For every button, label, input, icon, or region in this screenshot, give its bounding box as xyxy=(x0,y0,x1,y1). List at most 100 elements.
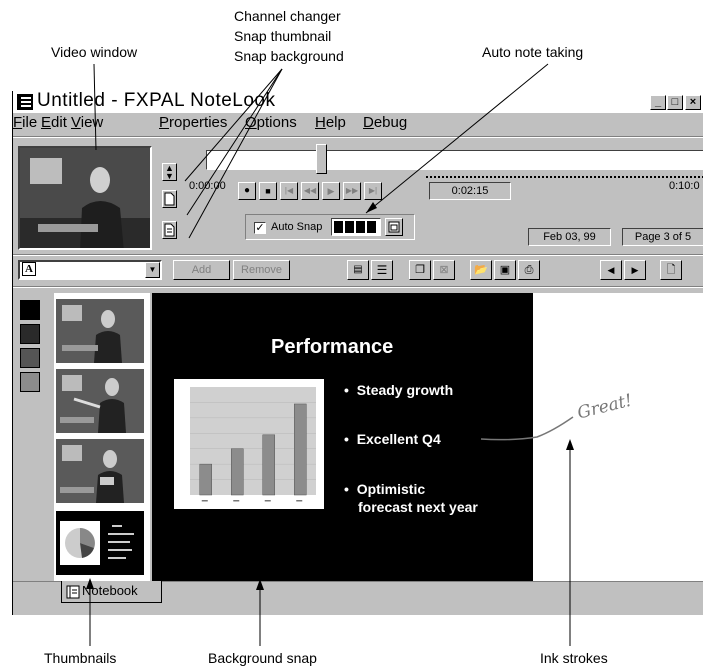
slide-bullet-3-line1: Optimistic xyxy=(356,481,426,497)
video-window[interactable] xyxy=(18,146,152,250)
toolbar-separator xyxy=(13,254,703,256)
skip-back-button[interactable]: |◀ xyxy=(280,182,298,200)
toolbar-bottom-separator xyxy=(13,286,703,288)
tab-notebook[interactable]: Notebook xyxy=(61,581,162,603)
slide-bullet-3: • Optimistic forecast next year xyxy=(344,481,478,515)
thumbnail-3-image xyxy=(56,439,144,503)
menu-separator xyxy=(13,136,703,138)
document-icon xyxy=(164,223,175,237)
current-time-display: 0:02:15 xyxy=(429,182,511,200)
annotation-background-snap: Background snap xyxy=(208,650,317,666)
swatch-light-gray[interactable] xyxy=(20,372,40,392)
delete-button[interactable]: ⊠ xyxy=(433,260,455,280)
time-start: 0:00:00 xyxy=(189,180,226,192)
print-button[interactable]: ⎙ xyxy=(518,260,540,280)
chart-bar-4 xyxy=(294,403,307,496)
annotation-video-window: Video window xyxy=(51,44,138,60)
swatch-dark-gray[interactable] xyxy=(20,324,40,344)
chart-tick-label-1 xyxy=(201,500,208,502)
skip-forward-button[interactable]: ▶| xyxy=(364,182,382,200)
annotation-thumbnails: Thumbnails xyxy=(44,650,117,666)
menu-bar: File Edit View Properties Options Help D… xyxy=(13,113,703,133)
menu-view[interactable]: View xyxy=(71,114,103,131)
chart-bar-1 xyxy=(199,463,212,496)
channel-changer-button[interactable]: ▲ ▼ xyxy=(162,163,177,181)
window-title: Untitled - FXPAL NoteLook xyxy=(37,91,276,111)
save-button[interactable]: ▣ xyxy=(494,260,516,280)
snap-page-button[interactable]: ▤ xyxy=(347,260,369,280)
page-indicator: Page 3 of 5 xyxy=(622,228,703,246)
snapshot-icon xyxy=(388,221,400,233)
auto-snap-label: Auto Snap xyxy=(271,221,323,233)
new-page-button[interactable]: 🗋 xyxy=(660,260,682,280)
page-icon xyxy=(164,192,175,206)
auto-snap-checkbox[interactable]: ✓ xyxy=(254,222,266,234)
date-display: Feb 03, 99 xyxy=(528,228,611,246)
background-snap-slide[interactable]: Performance • Steady growth • Excellent … xyxy=(152,293,533,581)
thumbnail-4[interactable] xyxy=(56,511,144,575)
menu-edit[interactable]: Edit xyxy=(41,114,67,131)
font-icon: A xyxy=(22,262,36,276)
ink-stroke xyxy=(480,416,574,441)
timeline-slider-track[interactable] xyxy=(206,150,703,170)
thumbnail-4-image xyxy=(56,511,144,575)
menu-file[interactable]: File xyxy=(13,114,37,131)
copy-button[interactable]: ❐ xyxy=(409,260,431,280)
chart-bar-3 xyxy=(262,434,275,496)
remove-button[interactable]: Remove xyxy=(233,260,290,280)
menu-debug[interactable]: Debug xyxy=(363,114,407,131)
notebook-icon xyxy=(66,585,80,599)
slide-bullet-1-text: Steady growth xyxy=(356,382,454,398)
previous-page-button[interactable]: ◀ xyxy=(600,260,622,280)
play-button[interactable]: ▶ xyxy=(322,182,340,200)
snap-thumbnail-button[interactable] xyxy=(162,190,177,208)
open-button[interactable]: 📂 xyxy=(470,260,492,280)
maximize-button[interactable]: □ xyxy=(667,95,683,110)
chart-tick-label-4 xyxy=(296,500,303,502)
title-bar: Untitled - FXPAL NoteLook _ □ × xyxy=(13,91,703,113)
ink-color-palette xyxy=(20,300,42,396)
thumbnail-3[interactable] xyxy=(56,439,144,503)
slide-bullet-2: • Excellent Q4 xyxy=(344,431,441,447)
tab-notebook-label: Notebook xyxy=(82,583,138,598)
chart-tick-label-2 xyxy=(233,500,240,502)
tab-bar: Notebook xyxy=(13,581,703,615)
thumbnail-2[interactable] xyxy=(56,369,144,433)
annotation-auto-note-taking: Auto note taking xyxy=(482,44,584,60)
thumbnail-1[interactable] xyxy=(56,299,144,363)
annotation-channel-changer: Channel changer xyxy=(234,8,341,24)
auto-snap-options-button[interactable] xyxy=(385,218,403,236)
thumbnail-2-image xyxy=(56,369,144,433)
menu-options[interactable]: Options xyxy=(245,114,297,131)
annotation-ink-strokes: Ink strokes xyxy=(540,650,608,666)
record-button[interactable]: ● xyxy=(238,182,256,200)
next-page-button[interactable]: ▶ xyxy=(624,260,646,280)
chart-bar-2 xyxy=(231,448,244,496)
slide-bar-chart xyxy=(174,379,324,509)
rewind-button[interactable]: ◀◀ xyxy=(301,182,319,200)
add-button[interactable]: Add xyxy=(173,260,230,280)
swatch-black[interactable] xyxy=(20,300,40,320)
font-dropdown[interactable]: A ▼ xyxy=(18,260,162,280)
minimize-button[interactable]: _ xyxy=(650,95,666,110)
list-button[interactable]: ☰ xyxy=(371,260,393,280)
fast-forward-button[interactable]: ▶▶ xyxy=(343,182,361,200)
slide-title: Performance xyxy=(271,336,394,358)
menu-properties[interactable]: Properties xyxy=(159,114,227,131)
app-icon xyxy=(17,94,33,110)
stop-button[interactable]: ■ xyxy=(259,182,277,200)
font-dropdown-arrow[interactable]: ▼ xyxy=(145,262,160,278)
thumbnails-pane xyxy=(54,293,150,581)
annotation-snap-thumbnail: Snap thumbnail xyxy=(234,28,332,44)
timeline-dots xyxy=(426,176,703,178)
thumbnail-1-image xyxy=(56,299,144,363)
swatch-gray[interactable] xyxy=(20,348,40,368)
chart-tick-label-3 xyxy=(264,500,271,502)
snap-background-button[interactable] xyxy=(162,221,177,239)
annotation-snap-background: Snap background xyxy=(234,48,344,64)
notelook-window: Untitled - FXPAL NoteLook _ □ × File Edi… xyxy=(12,91,703,615)
timeline-slider-thumb[interactable] xyxy=(316,144,327,174)
close-button[interactable]: × xyxy=(685,95,701,110)
menu-help[interactable]: Help xyxy=(315,114,346,131)
auto-snap-level-indicator xyxy=(331,218,381,236)
